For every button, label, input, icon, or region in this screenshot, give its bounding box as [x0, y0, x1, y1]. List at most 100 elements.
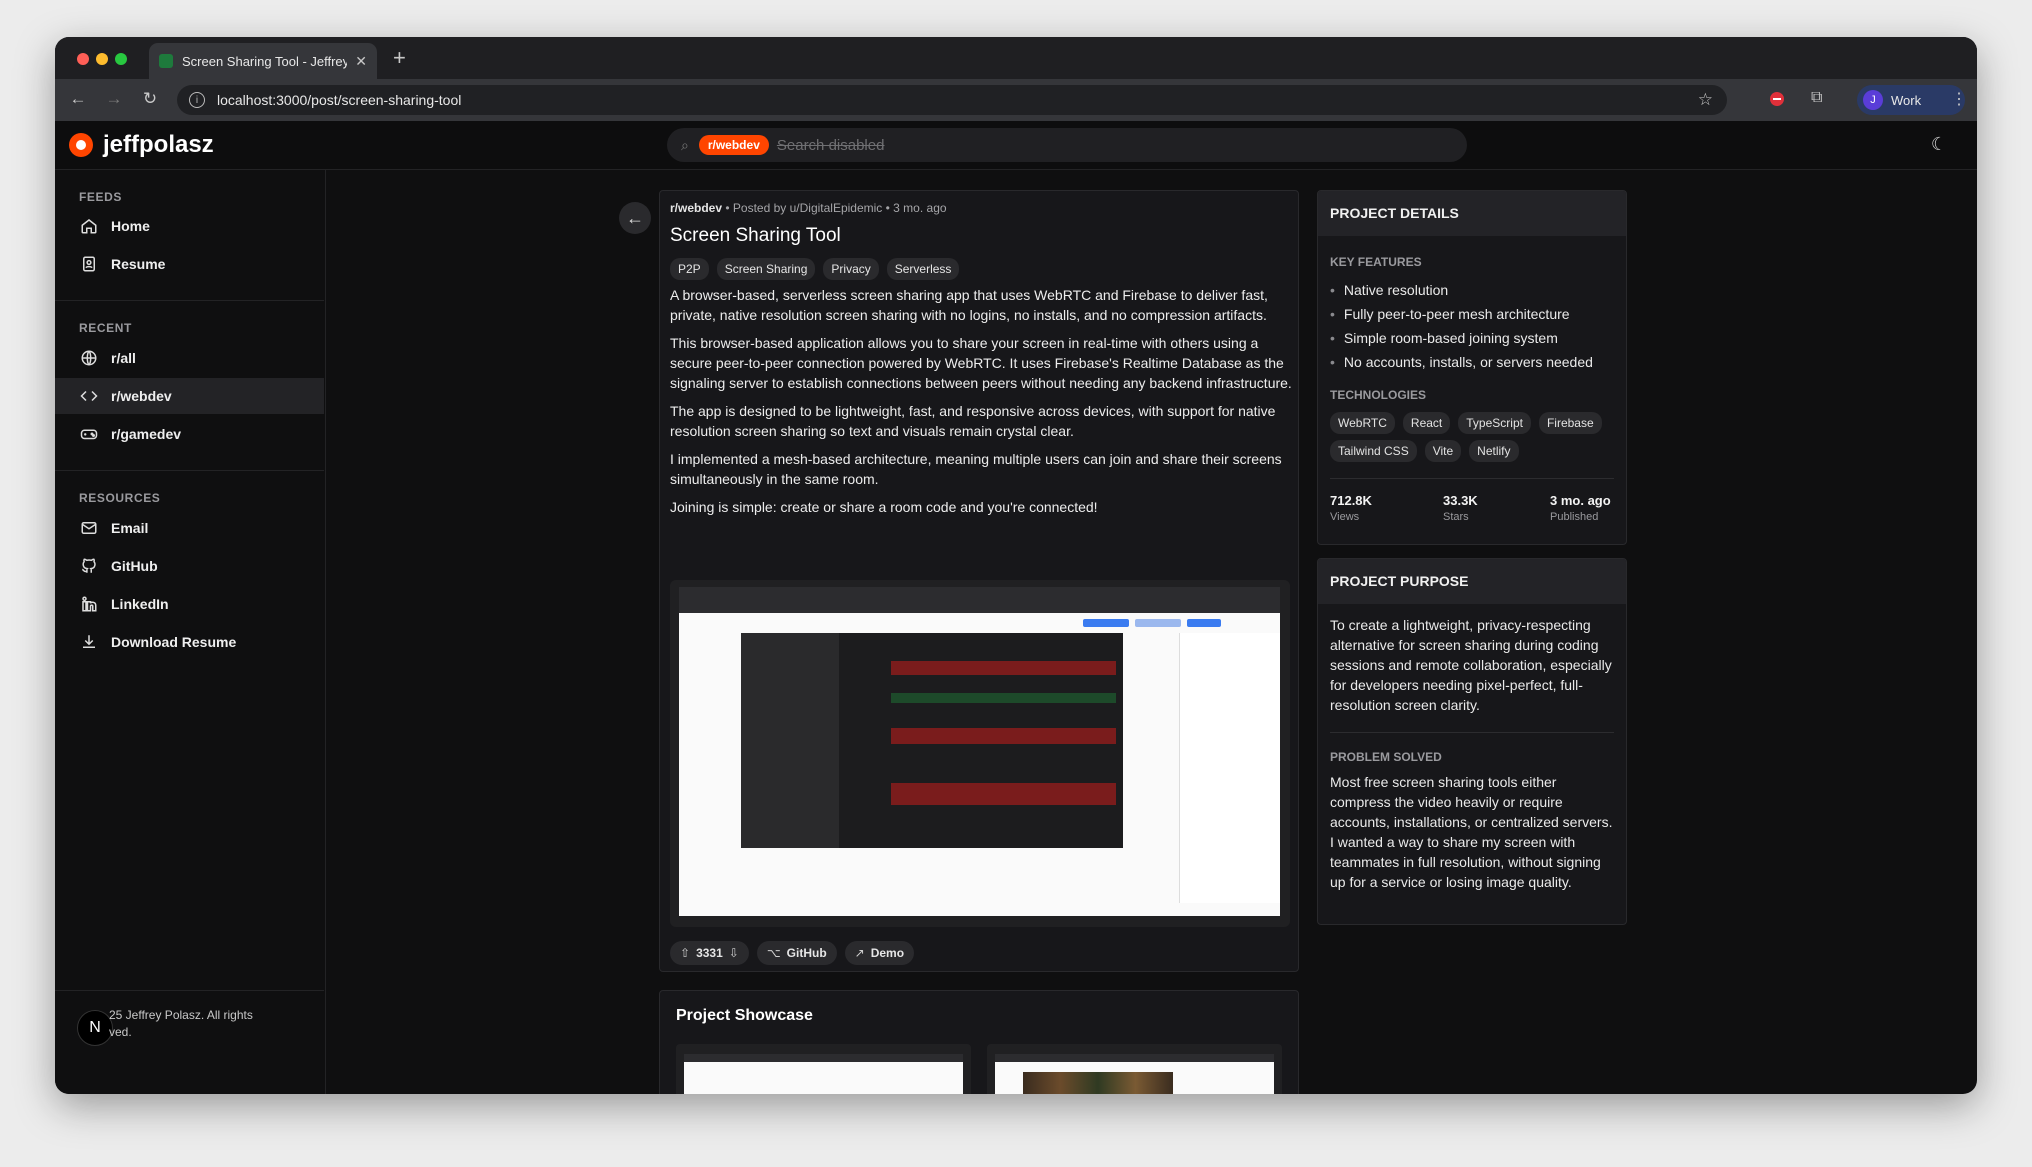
sidebar-item-email[interactable]: Email — [55, 510, 324, 546]
post-tag[interactable]: Screen Sharing — [716, 258, 816, 280]
post-subreddit-link[interactable]: r/webdev — [670, 201, 722, 215]
sidebar-item-label: Home — [111, 218, 150, 234]
key-features-label: KEY FEATURES — [1330, 255, 1422, 269]
post-tag[interactable]: P2P — [670, 258, 709, 280]
sidebar-item-linkedin[interactable]: LinkedIn — [55, 586, 324, 622]
downvote-icon[interactable]: ⇩ — [729, 946, 739, 960]
sidebar-item-r-all[interactable]: r/all — [55, 340, 324, 376]
sidebar-item-label: Download Resume — [111, 634, 237, 650]
sidebar-item-r-webdev[interactable]: r/webdev — [55, 378, 324, 414]
sidebar-item-label: GitHub — [111, 558, 158, 574]
search-placeholder: Search disabled — [776, 136, 885, 154]
forward-arrow-icon[interactable]: → — [103, 89, 125, 109]
nextjs-avatar-icon[interactable]: N — [77, 1010, 113, 1046]
post-tag[interactable]: Privacy — [823, 258, 879, 280]
demo-link-label: Demo — [870, 946, 905, 960]
address-bar[interactable]: i localhost:3000/post/screen-sharing-too… — [177, 85, 1727, 115]
feature-item: Simple room-based joining system — [1330, 330, 1558, 346]
github-link-label: GitHub — [786, 946, 827, 960]
reddit-logo-icon[interactable] — [69, 133, 93, 157]
app-header: jeffpolasz ⌕ r/webdev Search disabled ☾ — [55, 121, 1977, 170]
divider — [55, 990, 324, 991]
post-tag[interactable]: Serverless — [886, 258, 960, 280]
post-body: A browser-based, serverless screen shari… — [670, 285, 1292, 525]
extensions-puzzle-icon[interactable]: ⧉ — [1811, 89, 1822, 107]
external-link-icon: ↗ — [854, 946, 865, 960]
recent-title: RECENT — [79, 321, 132, 335]
sidebar-item-label: r/webdev — [111, 388, 172, 404]
post-screenshot-image[interactable] — [670, 580, 1290, 927]
theme-toggle-moon-icon[interactable]: ☾ — [1931, 134, 1947, 155]
sidebar-item-home[interactable]: Home — [55, 208, 324, 244]
technology-tag: Netlify — [1469, 440, 1519, 462]
technology-tag: Vite — [1424, 440, 1462, 462]
site-logo-text[interactable]: jeffpolasz — [103, 131, 214, 159]
post-paragraph: A browser-based, serverless screen shari… — [670, 287, 1268, 323]
showcase-thumbnail[interactable] — [987, 1044, 1282, 1094]
vote-control: ⇧ 3331 ⇩ — [670, 941, 749, 965]
tab-title: Screen Sharing Tool - Jeffrey — [182, 53, 348, 69]
minimize-window-button[interactable] — [96, 53, 108, 65]
browser-tab[interactable]: Screen Sharing Tool - Jeffrey ✕ — [149, 43, 377, 79]
gamepad-icon — [80, 429, 98, 440]
download-icon — [83, 635, 95, 648]
sidebar-item-r-gamedev[interactable]: r/gamedev — [55, 416, 324, 452]
reload-icon[interactable]: ↻ — [139, 89, 161, 109]
technology-tag: React — [1402, 412, 1451, 434]
resume-icon — [83, 256, 95, 272]
search-bar[interactable]: ⌕ r/webdev Search disabled — [667, 128, 1467, 162]
close-window-button[interactable] — [77, 53, 89, 65]
profile-button[interactable]: J Work — [1857, 85, 1965, 115]
post-meta: r/webdev • Posted by u/DigitalEpidemic •… — [670, 201, 947, 215]
post-paragraph: This browser-based application allows yo… — [670, 335, 1292, 391]
back-button[interactable]: ← — [619, 202, 651, 234]
github-icon: ⌥ — [766, 946, 781, 960]
technology-list: WebRTC React TypeScript Firebase Tailwin… — [1330, 412, 1620, 462]
copyright-line-1: 25 Jeffrey Polasz. All rights — [109, 1008, 253, 1022]
showcase-thumbnail[interactable] — [676, 1044, 971, 1094]
feature-item: No accounts, installs, or servers needed — [1330, 354, 1593, 370]
technology-tag: TypeScript — [1458, 412, 1531, 434]
back-arrow-icon[interactable]: ← — [67, 89, 89, 109]
post-title: Screen Sharing Tool — [670, 225, 841, 246]
favicon-icon — [159, 54, 173, 68]
stat-published: 3 mo. ago Published — [1550, 493, 1611, 523]
post-tags: P2P Screen Sharing Privacy Serverless — [670, 258, 960, 280]
maximize-window-button[interactable] — [115, 53, 127, 65]
subreddit-chip[interactable]: r/webdev — [698, 135, 769, 155]
stat-value: 3 mo. ago — [1550, 493, 1611, 508]
project-purpose-card: PROJECT PURPOSE To create a lightweight,… — [1317, 558, 1627, 925]
sidebar-item-download-resume[interactable]: Download Resume — [55, 624, 324, 660]
vote-count: 3331 — [696, 946, 723, 960]
sidebar-item-github[interactable]: GitHub — [55, 548, 324, 584]
sidebar-item-label: r/gamedev — [111, 426, 182, 442]
divider — [1330, 478, 1614, 479]
post-paragraph: The app is designed to be lightweight, f… — [670, 403, 1276, 439]
feature-item: Native resolution — [1330, 282, 1448, 298]
bookmark-star-icon[interactable]: ☆ — [1698, 90, 1713, 110]
sidebar-item-label: r/all — [111, 350, 136, 366]
github-icon — [81, 558, 96, 573]
sidebar-item-label: LinkedIn — [111, 596, 169, 612]
new-tab-button[interactable]: + — [393, 45, 406, 71]
technology-tag: Tailwind CSS — [1330, 440, 1417, 462]
extension-block-icon[interactable] — [1770, 92, 1784, 106]
site-info-icon[interactable]: i — [189, 92, 205, 108]
github-link-button[interactable]: ⌥ GitHub — [756, 941, 837, 965]
linkedin-icon — [82, 596, 97, 612]
copyright-line-2: ved. — [109, 1025, 132, 1039]
upvote-icon[interactable]: ⇧ — [680, 946, 690, 960]
search-icon: ⌕ — [681, 136, 689, 153]
sidebar-item-resume[interactable]: Resume — [55, 246, 324, 282]
browser-menu-icon[interactable]: ⋮ — [1951, 89, 1967, 109]
post-card: r/webdev • Posted by u/DigitalEpidemic •… — [659, 190, 1299, 972]
resources-title: RESOURCES — [79, 491, 161, 505]
code-icon — [80, 390, 98, 402]
close-tab-icon[interactable]: ✕ — [355, 53, 367, 70]
post-actions: ⇧ 3331 ⇩ ⌥ GitHub ↗ Demo — [670, 941, 915, 965]
demo-link-button[interactable]: ↗ Demo — [844, 941, 915, 965]
purpose-text: To create a lightweight, privacy-respect… — [1330, 617, 1612, 713]
browser-window: Screen Sharing Tool - Jeffrey ✕ + ← → ↻ … — [55, 37, 1977, 1094]
divider — [1330, 732, 1614, 733]
stat-label: Stars — [1443, 511, 1469, 523]
